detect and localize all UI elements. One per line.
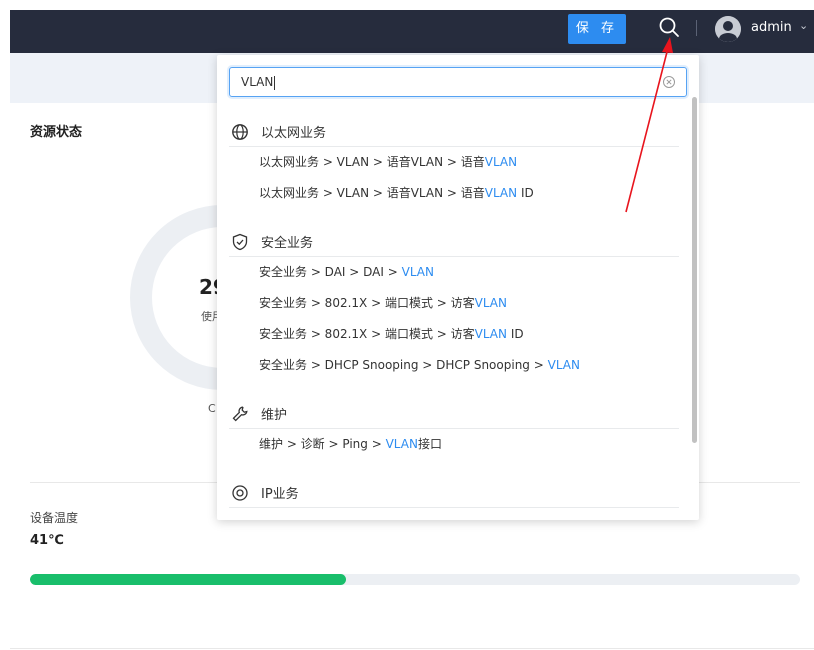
result-path: 维护 > 诊断 > Ping >: [259, 437, 386, 451]
result-match-highlight: VLAN: [385, 437, 418, 451]
result-suffix: ID: [517, 186, 534, 200]
search-dropdown: VLAN 以太网业务 以太网业务 > VLAN > 语音VLAN > 语音VLAN…: [217, 55, 699, 520]
result-group-title: 维护: [261, 408, 288, 423]
top-navbar: [10, 10, 814, 53]
search-result-item[interactable]: 安全业务 > DAI > DAI > VLAN: [229, 257, 679, 288]
wrench-icon: [231, 405, 249, 423]
result-group: 以太网业务 以太网业务 > VLAN > 语音VLAN > 语音VLAN 以太网业务…: [229, 117, 679, 209]
result-path: 以太网业务 > VLAN > 语音VLAN > 语音: [259, 186, 485, 200]
result-group-header: 维护: [229, 399, 679, 429]
chevron-down-icon[interactable]: ⌄: [799, 19, 808, 32]
result-path: 以太网业务 > VLAN > 语音VLAN > 语音: [259, 155, 485, 169]
search-result-item[interactable]: 以太网业务 > VLAN > 语音VLAN > 语音VLAN ID: [229, 178, 679, 209]
resource-status-title: 资源状态: [30, 125, 83, 140]
temperature-progress-fill: [30, 574, 346, 585]
result-match-highlight: VLAN: [474, 296, 507, 310]
search-input-value: VLAN: [241, 75, 274, 89]
temperature-progress-bar: [30, 574, 800, 585]
bottom-divider: [10, 648, 814, 649]
clear-icon[interactable]: [662, 75, 676, 89]
save-button[interactable]: 保 存: [568, 14, 626, 44]
search-result-item[interactable]: 维护 > 诊断 > Ping > VLAN接口: [229, 429, 679, 460]
result-match-highlight: VLAN: [484, 155, 518, 169]
search-results: 以太网业务 以太网业务 > VLAN > 语音VLAN > 语音VLAN 以太网业务…: [229, 117, 679, 520]
target-icon: [231, 484, 249, 502]
result-group: IP业务: [229, 478, 679, 508]
globe-icon: [231, 123, 249, 141]
result-group: 维护维护 > 诊断 > Ping > VLAN接口: [229, 399, 679, 460]
search-result-item[interactable]: 安全业务 > 802.1X > 端口模式 > 访客VLAN: [229, 288, 679, 319]
user-name[interactable]: admin: [751, 20, 792, 35]
result-path: 安全业务 > DHCP Snooping > DHCP Snooping >: [259, 358, 548, 372]
search-input[interactable]: VLAN: [229, 67, 687, 97]
result-match-highlight: VLAN: [547, 358, 580, 372]
search-result-item[interactable]: 安全业务 > 802.1X > 端口模式 > 访客VLAN ID: [229, 319, 679, 350]
result-match-highlight: VLAN: [484, 186, 518, 200]
result-match-highlight: VLAN: [401, 265, 434, 279]
result-suffix: 接口: [417, 437, 442, 451]
result-group-title: 以太网业务: [261, 126, 327, 141]
result-group-title: 安全业务: [261, 236, 314, 251]
result-group-header: 以太网业务: [229, 117, 679, 147]
result-suffix: ID: [507, 327, 524, 341]
result-path: 安全业务 > 802.1X > 端口模式 > 访客: [259, 296, 475, 310]
scrollbar-thumb[interactable]: [692, 97, 697, 443]
result-group-header: 安全业务: [229, 227, 679, 257]
result-group-title: IP业务: [261, 487, 299, 502]
result-group-header: IP业务: [229, 478, 679, 508]
donut-caption: C: [208, 402, 216, 415]
search-result-item[interactable]: 安全业务 > DHCP Snooping > DHCP Snooping > V…: [229, 350, 679, 381]
shield-check-icon: [231, 233, 249, 251]
result-group: 安全业务 安全业务 > DAI > DAI > VLAN 安全业务 > 802.1X…: [229, 227, 679, 381]
result-path: 安全业务 > 802.1X > 端口模式 > 访客: [259, 327, 475, 341]
result-match-highlight: VLAN: [474, 327, 507, 341]
navbar-divider: [696, 20, 697, 36]
avatar[interactable]: [715, 16, 741, 42]
temperature-label: 设备温度: [30, 511, 79, 525]
search-result-item[interactable]: 以太网业务 > VLAN > 语音VLAN > 语音VLAN: [229, 147, 679, 178]
search-icon[interactable]: [658, 16, 680, 38]
temperature-value: 41℃: [30, 533, 64, 548]
result-path: 安全业务 > DAI > DAI >: [259, 265, 402, 279]
